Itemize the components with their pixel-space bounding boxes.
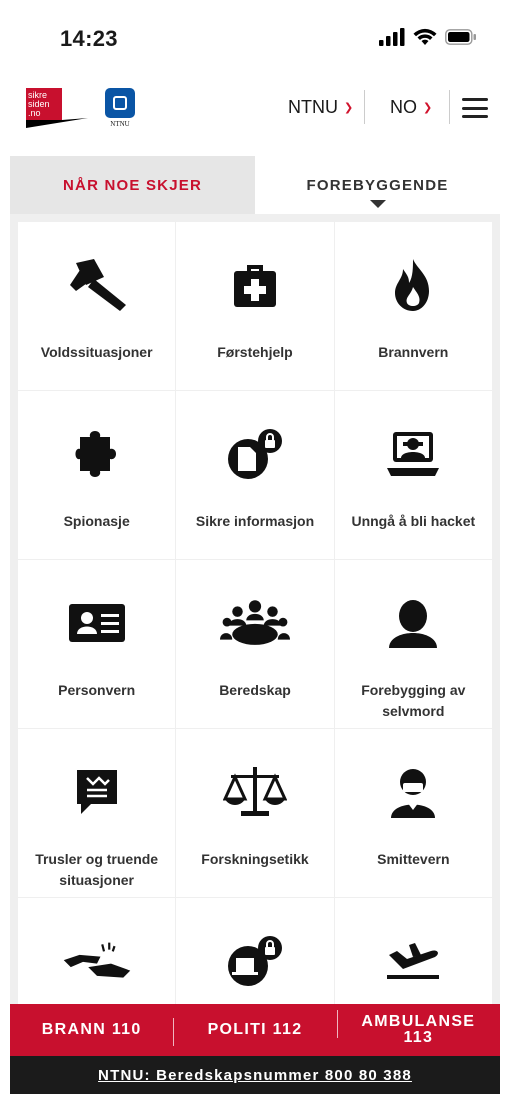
- tab-forebyggende[interactable]: FOREBYGGENDE: [255, 156, 500, 214]
- tile-beredskap[interactable]: Beredskap: [176, 560, 334, 728]
- tile-unnga-hacket[interactable]: Unngå å bli hacket: [334, 391, 492, 559]
- tile-voldssituasjoner[interactable]: Voldssituasjoner: [18, 222, 176, 390]
- handshake-icon: [62, 926, 132, 996]
- call-ambulance-label: AMBULANSE: [361, 1013, 476, 1030]
- tile-smittevern[interactable]: Smittevern: [334, 729, 492, 897]
- tab-nar-noe-skjer[interactable]: NÅR NOE SKJER: [10, 156, 255, 214]
- tile-forebygging-selvmord[interactable]: Forebygging av selvmord: [334, 560, 492, 728]
- menu-icon[interactable]: [462, 98, 488, 118]
- tile-label: Unngå å bli hacket: [351, 513, 476, 529]
- tile-airplane[interactable]: [334, 898, 492, 1004]
- battery-icon: [445, 29, 476, 45]
- tile-label: Forskningsetikk: [201, 851, 309, 867]
- person-silhouette-icon: [378, 588, 448, 658]
- group-meeting-icon: [219, 588, 290, 658]
- caret-down-icon: [369, 200, 386, 208]
- tile-label: Voldssituasjoner: [40, 344, 153, 360]
- tile-label: Førstehjelp: [217, 344, 293, 360]
- chevron-down-icon: ❯: [344, 101, 354, 114]
- tile-trusler[interactable]: Trusler og truende situasjoner: [18, 729, 176, 897]
- id-card-icon: [62, 588, 132, 658]
- ntnu-logo-icon: [105, 88, 135, 118]
- tile-sikre-informasjon[interactable]: Sikre informasjon: [176, 391, 334, 559]
- scales-icon: [220, 757, 290, 827]
- call-police-label: POLITI 112: [207, 1021, 303, 1038]
- cellular-signal-icon: [379, 28, 405, 46]
- preparedness-number-link[interactable]: NTNU: Beredskapsnummer 800 80 388: [10, 1056, 500, 1094]
- topic-grid: Voldssituasjoner Førstehjelp Brannvern S…: [10, 214, 500, 1004]
- category-tabs: NÅR NOE SKJER FOREBYGGENDE: [10, 156, 500, 214]
- person-mask-icon: [378, 757, 448, 827]
- tile-handshake[interactable]: [18, 898, 176, 1004]
- header-divider: [364, 90, 365, 124]
- threat-speech-bubble-icon: [62, 757, 132, 827]
- call-ambulance-button[interactable]: AMBULANSE 113: [336, 1010, 500, 1046]
- tile-brannvern[interactable]: Brannvern: [334, 222, 492, 390]
- emergency-bar: BRANN 110 POLITI 112 AMBULANSE 113: [10, 1004, 500, 1056]
- status-time: 14:23: [60, 26, 118, 51]
- tile-label: Trusler og truende situasjoner: [35, 851, 159, 888]
- tile-label: Beredskap: [219, 682, 291, 698]
- organization-select[interactable]: NTNU ❯: [288, 92, 353, 122]
- call-fire-button[interactable]: BRANN 110: [10, 1022, 173, 1038]
- call-fire-label: BRANN 110: [41, 1021, 142, 1038]
- language-select[interactable]: NO ❯: [390, 92, 432, 122]
- fire-icon: [378, 250, 448, 320]
- hammer-icon: [62, 250, 132, 320]
- tile-label: Spionasje: [63, 513, 130, 529]
- first-aid-kit-icon: [220, 250, 290, 320]
- status-bar: 14:23: [0, 0, 513, 78]
- tile-label: Sikre informasjon: [195, 513, 315, 529]
- tile-label: Personvern: [58, 682, 136, 698]
- app-header: sikre siden .no NTNU NTNU ❯ NO ❯: [0, 78, 513, 156]
- language-select-value: NO: [390, 96, 417, 117]
- preparedness-number-text: NTNU: Beredskapsnummer 800 80 388: [98, 1066, 412, 1084]
- sikresiden-logo-icon: sikre siden .no: [26, 88, 88, 128]
- tab-label: FOREBYGGENDE: [306, 176, 449, 194]
- tab-label: NÅR NOE SKJER: [63, 176, 202, 194]
- tile-label: Smittevern: [377, 851, 450, 867]
- chevron-down-icon: ❯: [423, 101, 433, 114]
- tile-label: Brannvern: [378, 344, 449, 360]
- puzzle-piece-icon: [62, 419, 132, 489]
- airplane-icon: [378, 926, 448, 996]
- tile-forstehjelp[interactable]: Førstehjelp: [176, 222, 334, 390]
- organization-select-value: NTNU: [288, 96, 338, 117]
- call-ambulance-number: 113: [403, 1029, 434, 1046]
- hacker-computer-icon: [378, 419, 448, 489]
- tile-personvern[interactable]: Personvern: [18, 560, 176, 728]
- tile-label: Forebygging av selvmord: [361, 682, 466, 719]
- tile-secure-devices[interactable]: [176, 898, 334, 1004]
- wifi-icon: [413, 28, 437, 45]
- svg-text:.no: .no: [28, 108, 41, 118]
- sikresiden-logo[interactable]: sikre siden .no: [26, 88, 88, 128]
- tile-forskningsetikk[interactable]: Forskningsetikk: [176, 729, 334, 897]
- secure-document-icon: [220, 419, 290, 489]
- call-police-button[interactable]: POLITI 112: [173, 1018, 336, 1046]
- status-icons: [379, 28, 477, 46]
- ntnu-logo-text: NTNU: [110, 120, 130, 128]
- tile-spionasje[interactable]: Spionasje: [18, 391, 176, 559]
- ntnu-logo[interactable]: NTNU: [102, 88, 138, 132]
- header-divider: [449, 90, 450, 124]
- secure-devices-icon: [220, 926, 290, 996]
